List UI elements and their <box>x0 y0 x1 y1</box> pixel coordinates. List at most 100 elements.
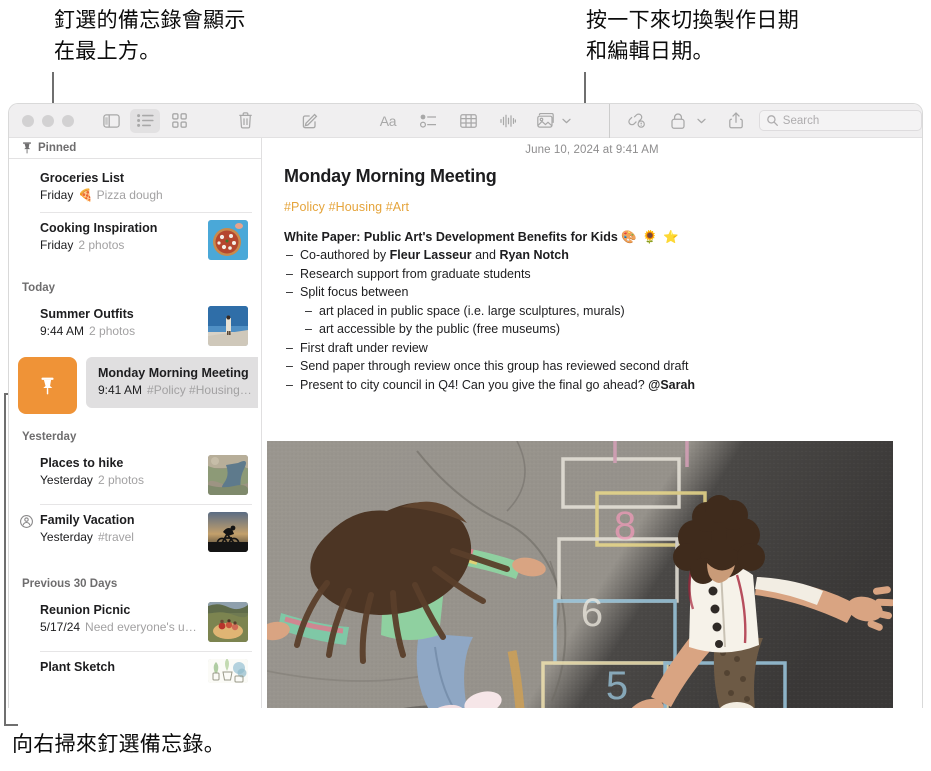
format-label: Aa <box>379 112 397 129</box>
window-body: Pinned Groceries List Friday 🍕 Pizza doug… <box>9 138 922 708</box>
share-button[interactable] <box>721 109 751 133</box>
lock-chevron-down-icon[interactable] <box>695 109 709 133</box>
list-item[interactable]: Reunion Picnic 5/17/24 Need everyone's u… <box>9 594 261 651</box>
gallery-view-button[interactable] <box>164 109 194 133</box>
note-snippet: Need everyone's u… <box>85 620 197 634</box>
list-item: Present to city council in Q4! Can you g… <box>284 378 900 394</box>
pin-swipe-action-button[interactable] <box>18 357 77 414</box>
search-icon <box>766 115 778 126</box>
hopscotch-photo: 8 6 5 3 <box>267 441 893 708</box>
note-thumbnail <box>208 306 248 346</box>
list-item[interactable]: Summer Outfits 9:44 AM 2 photos <box>9 298 261 355</box>
list-item: Research support from graduate students <box>284 267 900 283</box>
note-title: Summer Outfits <box>40 307 134 321</box>
note-date-toggle[interactable]: June 10, 2024 at 9:41 AM <box>262 138 922 156</box>
list-item: Send paper through review once this grou… <box>284 359 900 375</box>
note-subtitle: Yesterday #travel <box>40 529 200 545</box>
note-date: Friday <box>40 238 74 252</box>
note-date: Friday <box>40 188 74 202</box>
note-subtitle: 9:41 AM #Policy #Housing… <box>98 382 258 398</box>
format-button[interactable]: Aa <box>373 109 403 133</box>
note-detail-pane[interactable]: June 10, 2024 at 9:41 AM Monday Morning … <box>262 138 922 708</box>
note-snippet: 2 photos <box>89 324 136 338</box>
bullet-bold-name-1: Fleur Lasseur <box>389 248 472 262</box>
callout-swipe-to-pin: 向右掃來釘選備忘錄。 <box>12 733 225 756</box>
mention-sarah[interactable]: @Sarah <box>648 378 695 392</box>
list-item[interactable]: Plant Sketch <box>9 651 261 683</box>
svg-text:6: 6 <box>581 591 603 635</box>
list-item: Co-authored by Fleur Lasseur and Ryan No… <box>284 248 900 264</box>
note-title: Places to hike <box>40 456 124 470</box>
leader-line-bottom <box>4 393 6 726</box>
delete-note-button[interactable] <box>230 109 260 133</box>
note-photo-attachment[interactable]: 8 6 5 3 <box>267 441 893 708</box>
list-item[interactable]: Groceries List Friday 🍕 Pizza dough <box>9 159 261 212</box>
notes-window: Aa Search Pinned Groceries List Friday 🍕… <box>8 103 923 708</box>
list-item[interactable]: Family Vacation Yesterday #travel <box>9 504 261 561</box>
svg-text:5: 5 <box>606 664 628 708</box>
note-bullet-list: Co-authored by Fleur Lasseur and Ryan No… <box>284 248 900 393</box>
minimize-button[interactable] <box>42 114 54 127</box>
collaborate-button[interactable] <box>622 109 652 133</box>
bullet-bold-name-2: Ryan Notch <box>499 248 569 262</box>
note-subtitle: 5/17/24 Need everyone's u… <box>40 619 200 635</box>
list-item: First draft under review <box>284 341 900 357</box>
note-title: Family Vacation <box>40 513 135 527</box>
notes-list[interactable]: Pinned Groceries List Friday 🍕 Pizza doug… <box>9 138 262 708</box>
lock-button[interactable] <box>663 109 693 133</box>
list-view-button[interactable] <box>130 108 160 133</box>
zoom-button[interactable] <box>62 114 74 127</box>
swiped-note-row[interactable]: Monday Morning Meeting 9:41 AM #Policy #H… <box>9 357 261 414</box>
callout-date-toggle: 按一下來切換製作日期 和編輯日期。 <box>586 9 799 63</box>
paper-title-text: White Paper: Public Art's Development Be… <box>284 230 618 244</box>
pinned-label: Pinned <box>38 142 77 154</box>
note-subtitle: 9:44 AM 2 photos <box>40 323 200 339</box>
shared-note-icon <box>20 515 33 528</box>
list-item: art accessible by the public (free museu… <box>300 322 900 338</box>
note-title: Plant Sketch <box>40 660 116 674</box>
note-thumbnail <box>208 220 248 260</box>
note-content[interactable]: Monday Morning Meeting #Policy #Housing … <box>262 156 922 393</box>
checklist-button[interactable] <box>413 109 443 133</box>
audio-recording-button[interactable] <box>493 109 523 133</box>
bullet-text: Split focus between <box>300 285 409 299</box>
bullet-text: Co-authored by <box>300 248 390 262</box>
note-snippet: #travel <box>97 530 134 544</box>
chevron-down-icon[interactable] <box>559 109 573 133</box>
close-button[interactable] <box>22 114 34 127</box>
note-date: 9:44 AM <box>40 324 85 338</box>
pinned-section-header: Pinned <box>9 138 261 159</box>
toolbar: Aa Search <box>9 104 922 138</box>
search-input[interactable]: Search <box>758 110 922 131</box>
section-header-today: Today <box>22 282 56 294</box>
compose-note-button[interactable] <box>295 109 325 133</box>
list-item: art placed in public space (i.e. large s… <box>300 304 900 320</box>
note-title: Reunion Picnic <box>40 603 131 617</box>
note-date: Yesterday <box>40 530 93 544</box>
pin-icon <box>41 377 54 394</box>
note-snippet: 2 photos <box>97 473 144 487</box>
media-button[interactable] <box>535 109 557 133</box>
callout-pinned-notes: 釘選的備忘錄會顯示 在最上方。 <box>54 9 246 63</box>
list-item[interactable]: Cooking Inspiration Friday 2 photos <box>9 212 261 269</box>
note-subtitle: Friday 🍕 Pizza dough <box>40 187 248 203</box>
paper-title: White Paper: Public Art's Development Be… <box>284 230 900 245</box>
note-tags[interactable]: #Policy #Housing #Art <box>284 200 900 214</box>
sidebar-toggle-button[interactable] <box>96 109 126 133</box>
table-button[interactable] <box>453 109 483 133</box>
svg-text:8: 8 <box>614 504 636 548</box>
list-item: Split focus between art placed in public… <box>284 285 900 338</box>
note-date: Yesterday <box>40 473 93 487</box>
note-heading: Monday Morning Meeting <box>284 166 497 186</box>
note-thumbnail <box>208 602 248 642</box>
list-item-selected[interactable]: Monday Morning Meeting 9:41 AM #Policy #H… <box>86 357 258 408</box>
section-header-yesterday: Yesterday <box>22 431 77 443</box>
note-title: Cooking Inspiration <box>40 221 158 235</box>
bullet-text: Present to city council in Q4! Can you g… <box>300 377 649 392</box>
list-item[interactable]: Places to hike Yesterday 2 photos <box>9 447 261 504</box>
note-thumbnail <box>208 659 248 683</box>
note-date: 5/17/24 <box>40 620 81 634</box>
note-thumbnail <box>208 455 248 495</box>
window-controls[interactable] <box>9 114 74 127</box>
bullet-text-mid: and <box>471 248 500 262</box>
